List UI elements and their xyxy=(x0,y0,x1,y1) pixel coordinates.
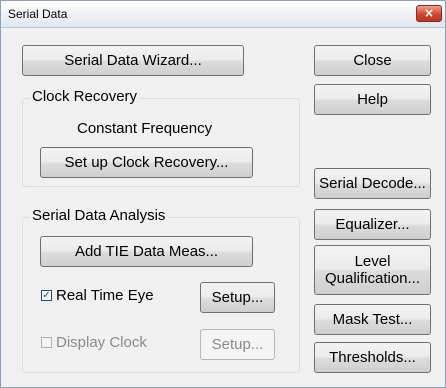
display-clock-checkbox-row[interactable]: Display Clock xyxy=(41,334,147,351)
checkmark-icon: ✓ xyxy=(42,290,51,301)
real-time-eye-checkbox[interactable]: ✓ xyxy=(41,290,52,301)
add-tie-data-meas-button[interactable]: Add TIE Data Meas... xyxy=(40,236,253,267)
dialog-body: Serial Data Wizard... Clock Recovery Con… xyxy=(1,28,445,387)
real-time-eye-checkbox-row[interactable]: ✓ Real Time Eye xyxy=(41,287,154,304)
help-button[interactable]: Help xyxy=(314,84,431,115)
display-clock-checkbox[interactable] xyxy=(41,337,52,348)
thresholds-button[interactable]: Thresholds... xyxy=(314,342,431,373)
set-up-clock-recovery-button[interactable]: Set up Clock Recovery... xyxy=(40,147,253,178)
serial-data-dialog: Serial Data × Serial Data Wizard... Cloc… xyxy=(0,0,446,388)
display-clock-setup-button[interactable]: Setup... xyxy=(200,329,275,360)
level-qualification-button[interactable]: Level Qualification... xyxy=(314,245,431,295)
clock-recovery-group-title: Clock Recovery xyxy=(30,88,140,105)
serial-data-analysis-group-title: Serial Data Analysis xyxy=(30,207,168,224)
window-close-button[interactable]: × xyxy=(416,5,442,22)
real-time-eye-label: Real Time Eye xyxy=(56,287,154,304)
equalizer-button[interactable]: Equalizer... xyxy=(314,209,431,240)
real-time-eye-setup-button[interactable]: Setup... xyxy=(200,282,275,313)
serial-data-wizard-button[interactable]: Serial Data Wizard... xyxy=(22,45,244,76)
close-icon: × xyxy=(423,6,435,20)
window-title: Serial Data xyxy=(8,7,68,21)
close-button[interactable]: Close xyxy=(314,45,431,76)
clock-recovery-mode-text: Constant Frequency xyxy=(77,120,213,137)
mask-test-button[interactable]: Mask Test... xyxy=(314,304,431,335)
serial-decode-button[interactable]: Serial Decode... xyxy=(314,168,431,199)
title-bar[interactable]: Serial Data × xyxy=(1,1,445,28)
display-clock-label: Display Clock xyxy=(56,334,147,351)
